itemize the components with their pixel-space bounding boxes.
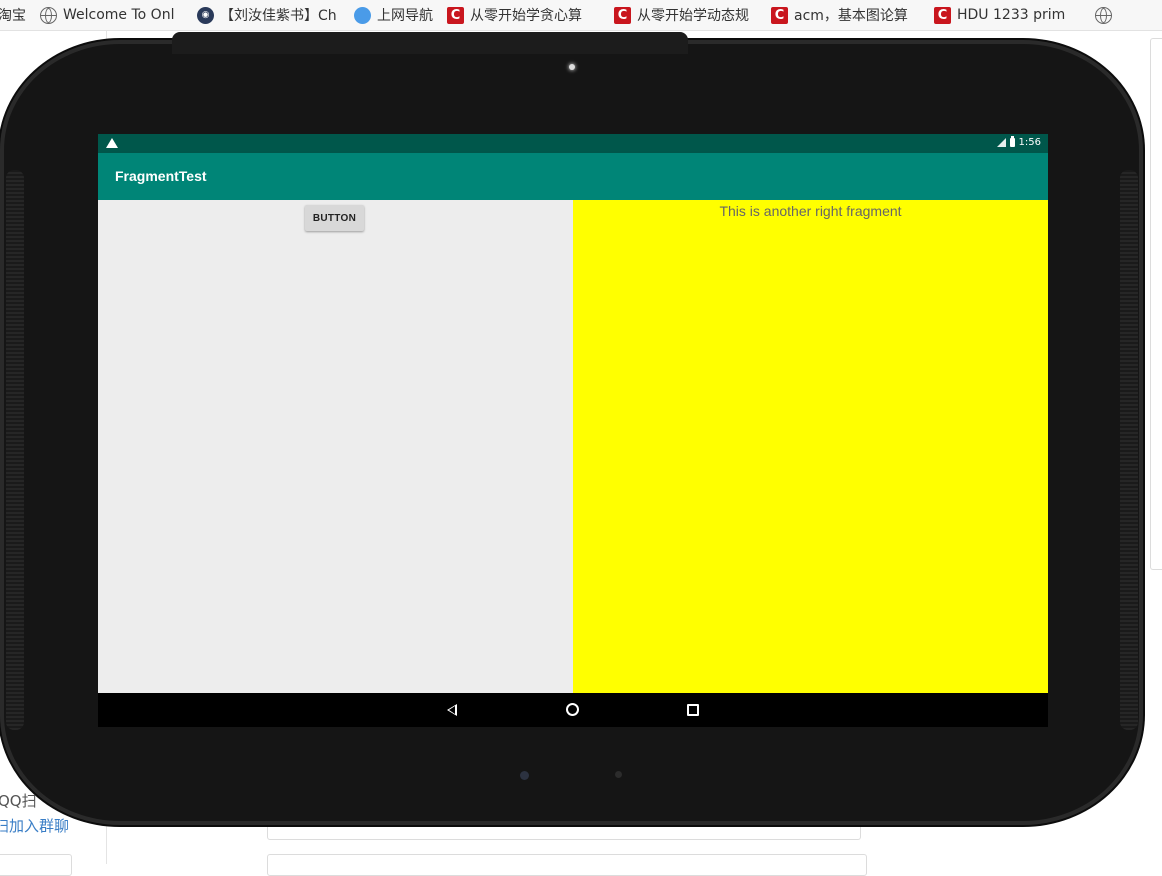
cat-icon: ◉: [197, 6, 214, 24]
page-button: [0, 854, 72, 876]
status-bar: 1:56: [98, 134, 1048, 153]
front-camera-icon: [569, 64, 575, 70]
bookmark-label: 从零开始学贪心算: [470, 8, 582, 24]
right-speaker-grille: [1120, 170, 1138, 730]
bookmark-taobao[interactable]: 淘宝: [0, 0, 26, 30]
bookmark-label: Welcome To Onl: [63, 7, 175, 23]
warning-icon: [106, 138, 118, 148]
navigation-bar: [98, 693, 1048, 727]
bookmark-greedy[interactable]: C 从零开始学贪心算: [447, 0, 600, 30]
fragment-button[interactable]: BUTTON: [305, 205, 364, 231]
sensor-icon: [615, 771, 622, 778]
csdn-icon: C: [447, 6, 464, 24]
bookmark-label: 从零开始学动态规: [637, 8, 749, 24]
status-clock: 1:56: [1018, 137, 1041, 148]
app-toolbar: FragmentTest: [98, 153, 1048, 200]
page-input: [267, 854, 867, 876]
bookmark-dp[interactable]: C 从零开始学动态规: [614, 0, 757, 30]
bookmark-label: 【刘汝佳紫书】Ch: [220, 8, 337, 24]
status-icons: 1:56: [996, 136, 1041, 148]
globe-icon: [1095, 6, 1112, 24]
right-fragment-text: This is another right fragment: [719, 203, 902, 219]
bookmark-graph[interactable]: C acm，基本图论算: [771, 0, 920, 30]
qq-browser-icon: [354, 6, 371, 24]
bookmark-label: 淘宝: [0, 8, 26, 24]
bookmark-liurujia[interactable]: ◉ 【刘汝佳紫书】Ch: [197, 0, 340, 30]
bookmark-label: HDU 1233 prim: [957, 7, 1066, 23]
bookmark-extra[interactable]: [1095, 0, 1118, 30]
page-card: [1150, 38, 1162, 570]
bookmark-label: acm，基本图论算: [794, 8, 908, 24]
bookmarks-bar: 淘宝 Welcome To Onl ◉ 【刘汝佳紫书】Ch 上网导航 C 从零开…: [0, 0, 1162, 31]
left-speaker-grille: [6, 170, 24, 730]
csdn-icon: C: [934, 6, 951, 24]
back-icon[interactable]: [447, 704, 457, 716]
right-fragment: This is another right fragment: [573, 200, 1048, 693]
join-group-link[interactable]: 扫加入群聊: [0, 815, 69, 836]
bookmark-label: 上网导航: [377, 8, 433, 24]
device-screen: 1:56 FragmentTest BUTTON This is another…: [98, 134, 1048, 727]
bookmark-hdu[interactable]: C HDU 1233 prim: [934, 0, 1081, 30]
home-icon[interactable]: [566, 703, 579, 716]
tablet-top-edge: [172, 32, 688, 54]
app-title: FragmentTest: [115, 168, 207, 184]
sensor-icon: [520, 771, 529, 780]
csdn-icon: C: [771, 6, 788, 24]
battery-icon: [1009, 136, 1015, 147]
recent-apps-icon[interactable]: [687, 704, 699, 716]
globe-icon: [40, 6, 57, 24]
bookmark-shangwang[interactable]: 上网导航: [354, 0, 433, 30]
bookmark-welcome[interactable]: Welcome To Onl: [40, 0, 183, 30]
signal-icon: [996, 138, 1006, 147]
csdn-icon: C: [614, 6, 631, 24]
left-fragment: BUTTON: [98, 200, 573, 693]
qq-scan-text: QQ扫: [0, 792, 37, 810]
